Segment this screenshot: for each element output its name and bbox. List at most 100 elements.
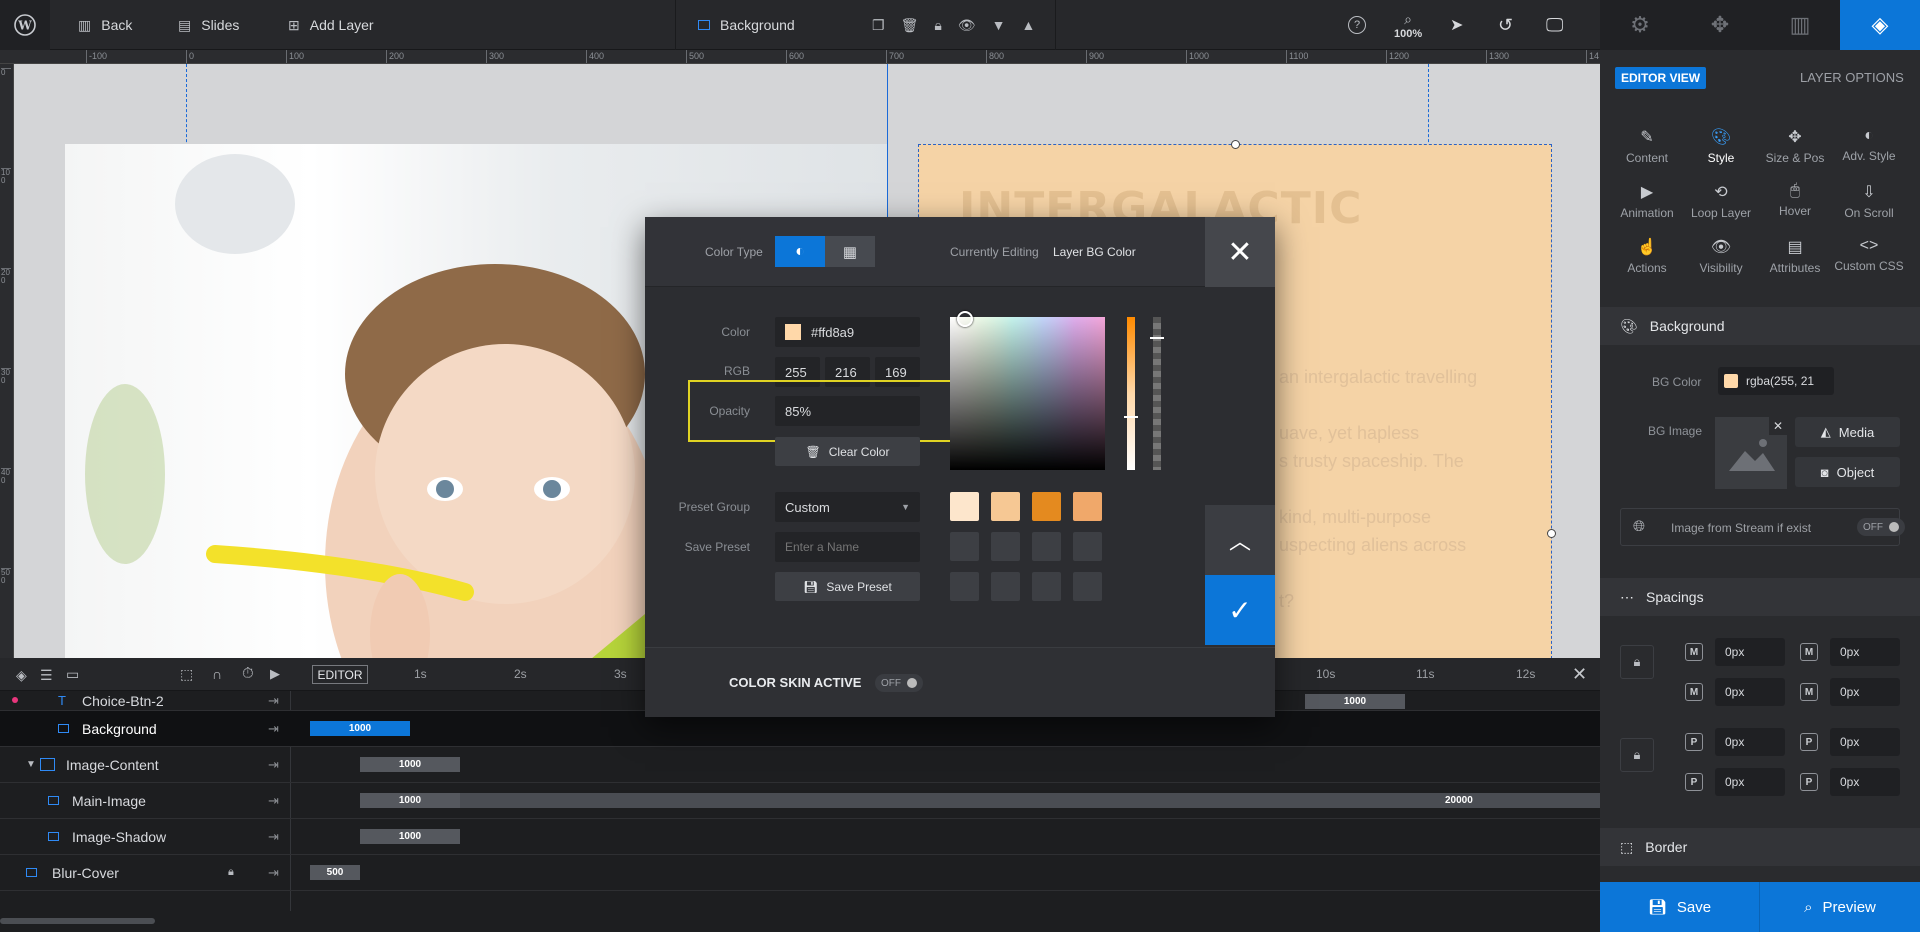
option-style[interactable]: 🎨︎ Style	[1684, 127, 1758, 165]
bg-image-placeholder[interactable]: ✕	[1715, 417, 1787, 489]
timeline-bar[interactable]: 1000	[360, 829, 460, 844]
object-button[interactable]: ◙ Object	[1795, 457, 1900, 487]
opacity-slider[interactable]	[1150, 317, 1164, 470]
hex-color-input[interactable]: #ffd8a9	[775, 317, 920, 347]
horizontal-scrollbar[interactable]	[0, 918, 155, 924]
option-actions[interactable]: ☝ Actions	[1610, 237, 1684, 275]
empty-swatch[interactable]	[1032, 532, 1061, 561]
resize-handle[interactable]	[1231, 140, 1240, 149]
zoom-control[interactable]: ⌕ 100%	[1394, 0, 1422, 50]
preset-name-input[interactable]	[775, 532, 920, 562]
option-content[interactable]: ✎ Content	[1610, 127, 1684, 165]
option-loop-layer[interactable]: ⟲ Loop Layer	[1684, 182, 1758, 220]
option-attributes[interactable]: ▤ Attributes	[1758, 237, 1832, 275]
padding-lock-icon[interactable]: 🔒︎	[1620, 738, 1654, 772]
option-size-pos[interactable]: ✥ Size & Pos	[1758, 127, 1832, 165]
add-layer-button[interactable]: ⊞ Add Layer	[288, 0, 374, 50]
spacings-section-header[interactable]: ⋯ Spacings	[1600, 578, 1920, 616]
resize-handle[interactable]	[1547, 529, 1556, 538]
close-timeline-icon[interactable]: ✕	[1572, 664, 1587, 685]
gradient-type-icon[interactable]: ▦	[825, 236, 875, 267]
wordpress-logo-icon[interactable]: W	[0, 0, 50, 50]
margin-bottom-input[interactable]: 0px	[1715, 678, 1785, 706]
jump-icon[interactable]: ⇥	[268, 757, 279, 773]
option-animation[interactable]: ▶ Animation	[1610, 182, 1684, 220]
timeline-bar[interactable]: 500	[310, 865, 360, 880]
confirm-check-icon[interactable]: ✓	[1205, 575, 1275, 645]
timeline-bar[interactable]: 1000	[310, 721, 410, 736]
option-custom-css[interactable]: <> Custom CSS	[1832, 237, 1906, 273]
desktop-view-icon[interactable]: 🖵︎	[1546, 0, 1563, 50]
jump-icon[interactable]: ⇥	[268, 793, 279, 809]
timeline-row[interactable]: Image-Shadow ⇥ 1000	[0, 819, 1600, 855]
layers-tab-icon[interactable]: ◈	[1840, 0, 1920, 50]
collapse-caret-icon[interactable]: ▼	[26, 759, 36, 770]
opacity-input[interactable]: 85%	[775, 396, 920, 426]
empty-swatch[interactable]	[991, 532, 1020, 561]
hue-slider-handle[interactable]	[1124, 416, 1138, 418]
color-picker-handle[interactable]	[957, 311, 973, 327]
saturation-area[interactable]	[950, 311, 1105, 470]
preview-button[interactable]: ⌕ Preview	[1760, 882, 1920, 932]
jump-icon[interactable]: ⇥	[268, 721, 279, 737]
option-adv-style[interactable]: ◐ Adv. Style	[1832, 127, 1906, 163]
margin-left-input[interactable]: 0px	[1830, 678, 1900, 706]
jump-icon[interactable]: ⇥	[268, 829, 279, 845]
layers-icon[interactable]: ◈	[16, 667, 27, 684]
timeline-row[interactable]: Blur-Cover 🔒︎ ⇥ 500	[0, 855, 1600, 891]
folder-icon[interactable]: ▭	[66, 666, 79, 683]
timer-icon[interactable]: ⏱︎	[242, 665, 254, 682]
editor-time-label[interactable]: EDITOR	[312, 665, 368, 684]
undo-icon[interactable]: ↺	[1498, 0, 1513, 50]
padding-bottom-input[interactable]: 0px	[1715, 768, 1785, 796]
margin-right-input[interactable]: 0px	[1830, 638, 1900, 666]
timeline-bar[interactable]: 1000	[360, 793, 460, 808]
jump-icon[interactable]: ⇥	[268, 865, 279, 881]
stream-image-option[interactable]: 🌐︎ Image from Stream if exist OFF	[1620, 508, 1905, 546]
save-button[interactable]: 💾︎ Save	[1600, 882, 1760, 932]
border-section-header[interactable]: ⬚ Border	[1600, 828, 1920, 866]
duplicate-icon[interactable]: ❐	[872, 17, 885, 34]
preset-swatch[interactable]	[1032, 492, 1061, 521]
save-preset-button[interactable]: 💾︎ Save Preset	[775, 572, 920, 601]
opacity-slider-handle[interactable]	[1150, 337, 1164, 339]
option-hover[interactable]: 🖱︎ Hover	[1758, 182, 1832, 218]
grid-select-icon[interactable]: ⬚	[180, 666, 193, 683]
timeline-bar[interactable]: 1000	[360, 757, 460, 772]
timeline-row[interactable]: Main-Image ⇥ 1000 20000	[0, 783, 1600, 819]
play-icon[interactable]: ▶	[270, 666, 280, 682]
layer-options-label[interactable]: LAYER OPTIONS	[1800, 70, 1904, 85]
cursor-icon[interactable]: ➤	[1450, 0, 1463, 50]
current-layer-selector[interactable]: Background	[698, 0, 795, 50]
preset-group-select[interactable]: Custom ▼	[775, 492, 920, 522]
collapse-up-icon[interactable]: ︿	[1205, 505, 1275, 575]
timeline-row[interactable]: ▼ Image-Content ⇥ 1000	[0, 747, 1600, 783]
stream-toggle[interactable]: OFF	[1857, 518, 1905, 536]
preset-swatch[interactable]	[1073, 492, 1102, 521]
empty-swatch[interactable]	[950, 572, 979, 601]
padding-right-input[interactable]: 0px	[1830, 728, 1900, 756]
navigation-tab-icon[interactable]: ✥	[1680, 0, 1760, 50]
list-icon[interactable]: ☰	[40, 667, 53, 684]
media-button[interactable]: ◭ Media	[1795, 417, 1900, 447]
close-picker-icon[interactable]: ✕	[1205, 217, 1275, 287]
color-skin-toggle[interactable]: OFF	[875, 674, 923, 692]
timeline-bar-long[interactable]: 20000	[460, 793, 1600, 808]
preset-swatch[interactable]	[991, 492, 1020, 521]
preset-swatch[interactable]	[950, 492, 979, 521]
remove-image-icon[interactable]: ✕	[1769, 417, 1787, 435]
slides-button[interactable]: ▤ Slides	[178, 0, 239, 50]
margin-top-input[interactable]: 0px	[1715, 638, 1785, 666]
empty-swatch[interactable]	[1073, 532, 1102, 561]
move-down-icon[interactable]: ▼	[992, 17, 1006, 33]
visibility-eye-icon[interactable]: 👁︎	[958, 17, 976, 34]
empty-swatch[interactable]	[1073, 572, 1102, 601]
empty-swatch[interactable]	[991, 572, 1020, 601]
option-visibility[interactable]: 👁︎ Visibility	[1684, 237, 1758, 275]
slides-tab-icon[interactable]: ▥	[1760, 0, 1840, 50]
solid-color-type-icon[interactable]: ◐	[775, 236, 825, 267]
magnet-icon[interactable]: ∩	[212, 666, 222, 682]
background-section-header[interactable]: 🎨︎ Background	[1600, 307, 1920, 345]
back-button[interactable]: ▥ Back	[78, 0, 132, 50]
bg-color-field[interactable]: rgba(255, 21	[1718, 367, 1834, 395]
